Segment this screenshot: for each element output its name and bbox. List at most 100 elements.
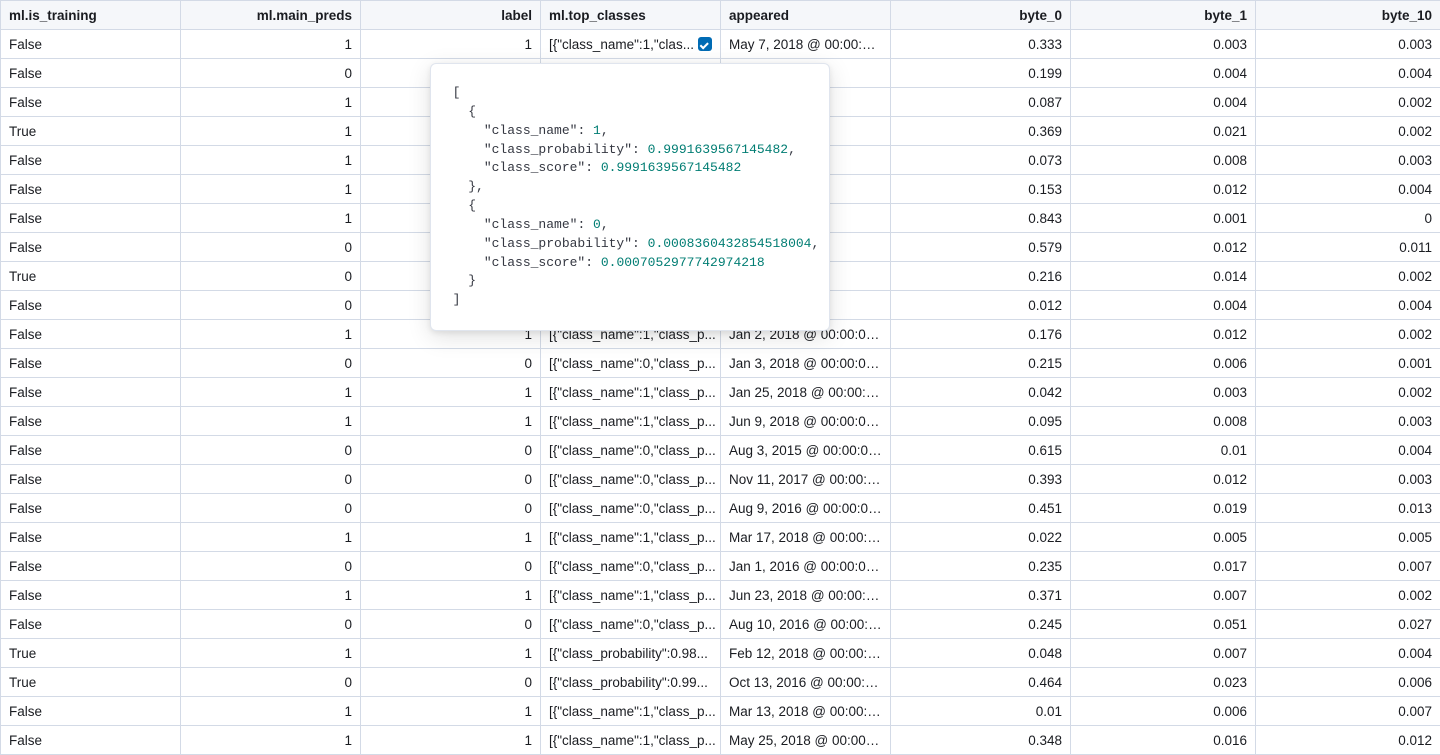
- cell-main-preds[interactable]: 0: [181, 59, 361, 88]
- cell-appeared[interactable]: Jun 9, 2018 @ 00:00:00.0...: [721, 407, 891, 436]
- cell-top-classes[interactable]: [{"class_name":1,"clas...: [541, 30, 721, 59]
- cell-is-training[interactable]: False: [1, 552, 181, 581]
- cell-is-training[interactable]: False: [1, 436, 181, 465]
- cell-byte-0[interactable]: 0.348: [891, 726, 1071, 755]
- cell-is-training[interactable]: False: [1, 378, 181, 407]
- cell-main-preds[interactable]: 1: [181, 320, 361, 349]
- cell-byte-10[interactable]: 0.002: [1256, 581, 1440, 610]
- cell-byte-1[interactable]: 0.017: [1071, 552, 1256, 581]
- cell-top-classes[interactable]: [{"class_probability":0.99...: [541, 668, 721, 697]
- col-header-top-classes[interactable]: ml.top_classes: [541, 1, 721, 30]
- cell-byte-10[interactable]: 0.004: [1256, 436, 1440, 465]
- col-header-byte-0[interactable]: byte_0: [891, 1, 1071, 30]
- cell-byte-0[interactable]: 0.464: [891, 668, 1071, 697]
- cell-appeared[interactable]: Oct 13, 2016 @ 00:00:00....: [721, 668, 891, 697]
- cell-byte-10[interactable]: 0.002: [1256, 117, 1440, 146]
- cell-label[interactable]: 0: [361, 349, 541, 378]
- cell-main-preds[interactable]: 1: [181, 523, 361, 552]
- cell-is-training[interactable]: False: [1, 320, 181, 349]
- cell-byte-0[interactable]: 0.048: [891, 639, 1071, 668]
- cell-byte-0[interactable]: 0.176: [891, 320, 1071, 349]
- table-row[interactable]: True00[{"class_probability":0.99...Oct 1…: [1, 668, 1440, 697]
- cell-top-classes[interactable]: [{"class_name":1,"class_p...: [541, 378, 721, 407]
- cell-byte-0[interactable]: 0.01: [891, 697, 1071, 726]
- cell-is-training[interactable]: True: [1, 262, 181, 291]
- cell-byte-0[interactable]: 0.095: [891, 407, 1071, 436]
- cell-byte-1[interactable]: 0.014: [1071, 262, 1256, 291]
- cell-byte-1[interactable]: 0.006: [1071, 697, 1256, 726]
- cell-byte-1[interactable]: 0.004: [1071, 59, 1256, 88]
- cell-byte-0[interactable]: 0.153: [891, 175, 1071, 204]
- table-row[interactable]: True11[{"class_probability":0.98...Feb 1…: [1, 639, 1440, 668]
- cell-main-preds[interactable]: 0: [181, 465, 361, 494]
- cell-byte-10[interactable]: 0.013: [1256, 494, 1440, 523]
- cell-label[interactable]: 1: [361, 407, 541, 436]
- cell-appeared[interactable]: May 7, 2018 @ 00:00:00....: [721, 30, 891, 59]
- cell-byte-1[interactable]: 0.001: [1071, 204, 1256, 233]
- cell-byte-1[interactable]: 0.003: [1071, 30, 1256, 59]
- cell-top-classes[interactable]: [{"class_name":1,"class_p...: [541, 581, 721, 610]
- cell-appeared[interactable]: May 25, 2018 @ 00:00:00....: [721, 726, 891, 755]
- checkmark-badge-icon[interactable]: [698, 37, 712, 51]
- cell-appeared[interactable]: Mar 17, 2018 @ 00:00:00....: [721, 523, 891, 552]
- cell-label[interactable]: 1: [361, 378, 541, 407]
- table-row[interactable]: False11[{"class_name":1,"clas...May 7, 2…: [1, 30, 1440, 59]
- cell-main-preds[interactable]: 1: [181, 378, 361, 407]
- cell-appeared[interactable]: Feb 12, 2018 @ 00:00:00....: [721, 639, 891, 668]
- cell-appeared[interactable]: Aug 9, 2016 @ 00:00:00.0...: [721, 494, 891, 523]
- cell-byte-0[interactable]: 0.199: [891, 59, 1071, 88]
- cell-byte-1[interactable]: 0.004: [1071, 291, 1256, 320]
- cell-top-classes[interactable]: [{"class_name":1,"class_p...: [541, 407, 721, 436]
- cell-byte-0[interactable]: 0.371: [891, 581, 1071, 610]
- cell-label[interactable]: 1: [361, 726, 541, 755]
- cell-byte-10[interactable]: 0.003: [1256, 465, 1440, 494]
- cell-byte-1[interactable]: 0.003: [1071, 378, 1256, 407]
- table-row[interactable]: False11[{"class_name":1,"class_p...May 2…: [1, 726, 1440, 755]
- cell-main-preds[interactable]: 0: [181, 494, 361, 523]
- cell-main-preds[interactable]: 1: [181, 639, 361, 668]
- cell-main-preds[interactable]: 0: [181, 291, 361, 320]
- cell-byte-0[interactable]: 0.333: [891, 30, 1071, 59]
- cell-main-preds[interactable]: 1: [181, 726, 361, 755]
- cell-is-training[interactable]: False: [1, 465, 181, 494]
- cell-byte-1[interactable]: 0.007: [1071, 581, 1256, 610]
- cell-byte-10[interactable]: 0.005: [1256, 523, 1440, 552]
- table-row[interactable]: False11[{"class_name":1,"class_p...Mar 1…: [1, 697, 1440, 726]
- table-row[interactable]: False11[{"class_name":1,"class_p...Mar 1…: [1, 523, 1440, 552]
- cell-main-preds[interactable]: 0: [181, 436, 361, 465]
- cell-is-training[interactable]: False: [1, 204, 181, 233]
- cell-byte-1[interactable]: 0.007: [1071, 639, 1256, 668]
- cell-is-training[interactable]: False: [1, 349, 181, 378]
- cell-byte-1[interactable]: 0.012: [1071, 175, 1256, 204]
- cell-byte-10[interactable]: 0.004: [1256, 59, 1440, 88]
- cell-top-classes[interactable]: [{"class_probability":0.98...: [541, 639, 721, 668]
- cell-byte-0[interactable]: 0.215: [891, 349, 1071, 378]
- cell-label[interactable]: 0: [361, 494, 541, 523]
- cell-byte-1[interactable]: 0.008: [1071, 146, 1256, 175]
- cell-is-training[interactable]: False: [1, 233, 181, 262]
- cell-byte-0[interactable]: 0.615: [891, 436, 1071, 465]
- cell-byte-1[interactable]: 0.012: [1071, 233, 1256, 262]
- col-header-byte-1[interactable]: byte_1: [1071, 1, 1256, 30]
- cell-is-training[interactable]: True: [1, 117, 181, 146]
- cell-byte-10[interactable]: 0.007: [1256, 697, 1440, 726]
- cell-label[interactable]: 1: [361, 639, 541, 668]
- cell-byte-10[interactable]: 0.002: [1256, 262, 1440, 291]
- cell-is-training[interactable]: False: [1, 581, 181, 610]
- col-header-appeared[interactable]: appeared: [721, 1, 891, 30]
- cell-main-preds[interactable]: 1: [181, 88, 361, 117]
- cell-is-training[interactable]: False: [1, 494, 181, 523]
- table-row[interactable]: False11[{"class_name":1,"class_p...Jun 9…: [1, 407, 1440, 436]
- cell-appeared[interactable]: Aug 10, 2016 @ 00:00:00....: [721, 610, 891, 639]
- cell-byte-1[interactable]: 0.023: [1071, 668, 1256, 697]
- col-header-label[interactable]: label: [361, 1, 541, 30]
- cell-byte-1[interactable]: 0.01: [1071, 436, 1256, 465]
- cell-appeared[interactable]: Aug 3, 2015 @ 00:00:00.0...: [721, 436, 891, 465]
- cell-byte-1[interactable]: 0.006: [1071, 349, 1256, 378]
- cell-byte-0[interactable]: 0.216: [891, 262, 1071, 291]
- table-row[interactable]: False11[{"class_name":1,"class_p...Jun 2…: [1, 581, 1440, 610]
- cell-is-training[interactable]: False: [1, 726, 181, 755]
- cell-is-training[interactable]: False: [1, 291, 181, 320]
- cell-byte-0[interactable]: 0.087: [891, 88, 1071, 117]
- cell-main-preds[interactable]: 0: [181, 668, 361, 697]
